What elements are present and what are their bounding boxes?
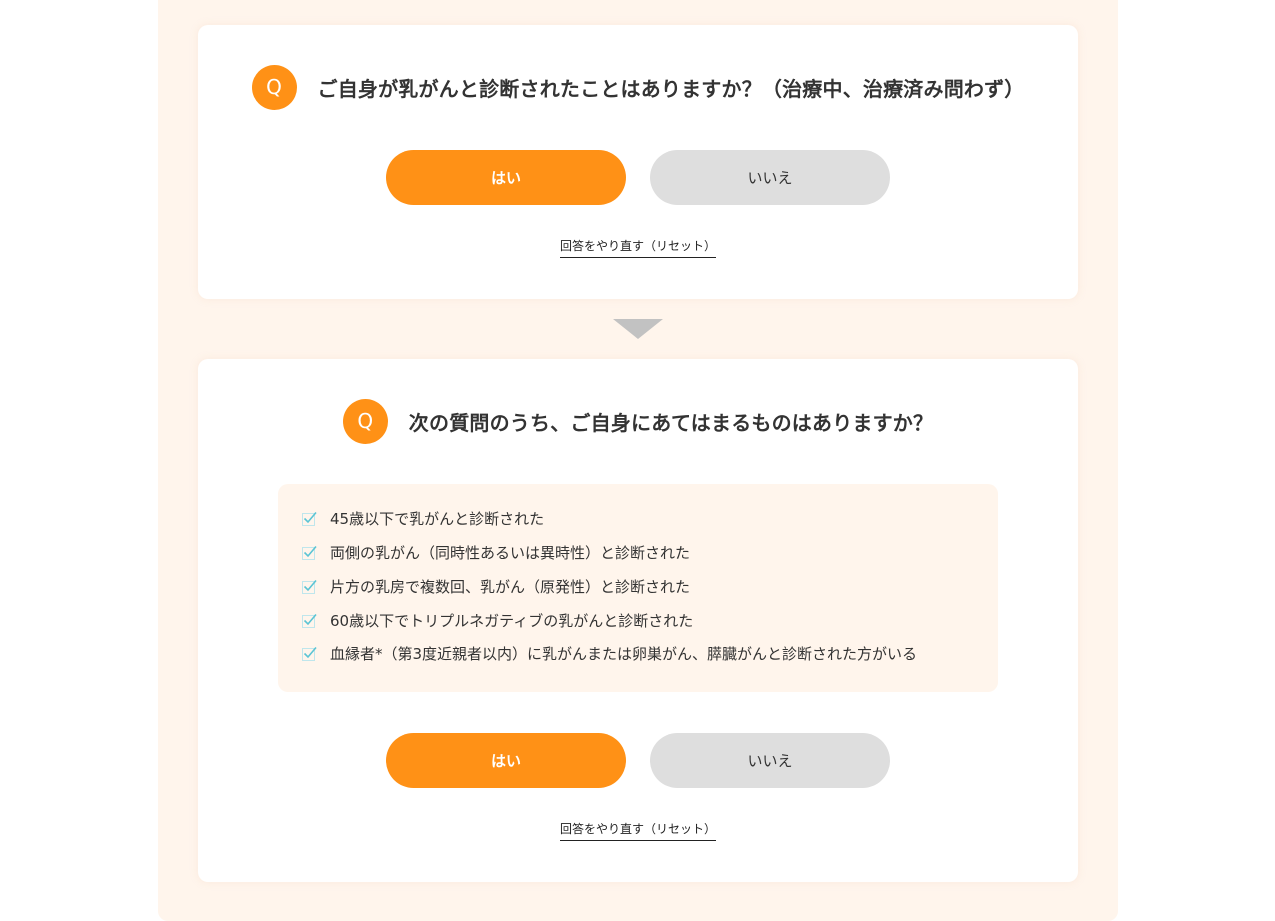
question-card-1: Q ご自身が乳がんと診断されたことはありますか？（治療中、治療済み問わず） はい… [198, 25, 1078, 299]
down-arrow-icon [613, 319, 663, 339]
check-icon [302, 613, 317, 628]
no-button[interactable]: いいえ [650, 150, 890, 205]
criteria-list: 45歳以下で乳がんと診断された 両側の乳がん（同時性あるいは異時性）と診断された… [278, 484, 998, 692]
q-badge-icon: Q [342, 398, 388, 444]
criteria-text: 片方の乳房で複数回、乳がん（原発性）と診断された [330, 577, 691, 596]
yes-button[interactable]: はい [386, 733, 626, 788]
reset-link[interactable]: 回答をやり直す（リセット） [559, 820, 716, 841]
criteria-text: 両側の乳がん（同時性あるいは異時性）と診断された [330, 544, 691, 563]
criteria-text: 60歳以下でトリプルネガティブの乳がんと診断された [330, 611, 694, 630]
reset-link[interactable]: 回答をやり直す（リセット） [559, 237, 716, 258]
criteria-text: 45歳以下で乳がんと診断された [330, 510, 545, 529]
check-icon [302, 512, 317, 527]
criteria-item: 片方の乳房で複数回、乳がん（原発性）と診断された [302, 570, 998, 604]
answer-buttons: はい いいえ [198, 150, 1078, 205]
reset-container: 回答をやり直す（リセット） [198, 820, 1078, 841]
question-text: ご自身が乳がんと診断されたことはありますか？（治療中、治療済み問わず） [317, 76, 1025, 101]
question-header: Q ご自身が乳がんと診断されたことはありますか？（治療中、治療済み問わず） [198, 64, 1078, 110]
criteria-text: 血縁者*（第3度近親者以内）に乳がんまたは卵巣がん、膵臓がんと診断された方がいる [330, 645, 918, 664]
check-icon [302, 546, 317, 561]
question-card-2: Q 次の質問のうち、ご自身にあてはまるものはありますか？ 45歳以下で乳がんと診… [198, 359, 1078, 882]
question-header: Q 次の質問のうち、ご自身にあてはまるものはありますか？ [198, 398, 1078, 444]
criteria-item: 45歳以下で乳がんと診断された [302, 502, 998, 536]
check-icon [302, 579, 317, 594]
criteria-item: 両側の乳がん（同時性あるいは異時性）と診断された [302, 536, 998, 570]
no-button[interactable]: いいえ [650, 733, 890, 788]
yes-button[interactable]: はい [386, 150, 626, 205]
criteria-item: 血縁者*（第3度近親者以内）に乳がんまたは卵巣がん、膵臓がんと診断された方がいる [302, 637, 998, 671]
answer-buttons: はい いいえ [198, 733, 1078, 788]
question-text: 次の質問のうち、ご自身にあてはまるものはありますか？ [408, 410, 934, 435]
criteria-item: 60歳以下でトリプルネガティブの乳がんと診断された [302, 603, 998, 637]
reset-container: 回答をやり直す（リセット） [198, 237, 1078, 258]
check-icon [302, 647, 317, 662]
q-badge-icon: Q [251, 64, 297, 110]
